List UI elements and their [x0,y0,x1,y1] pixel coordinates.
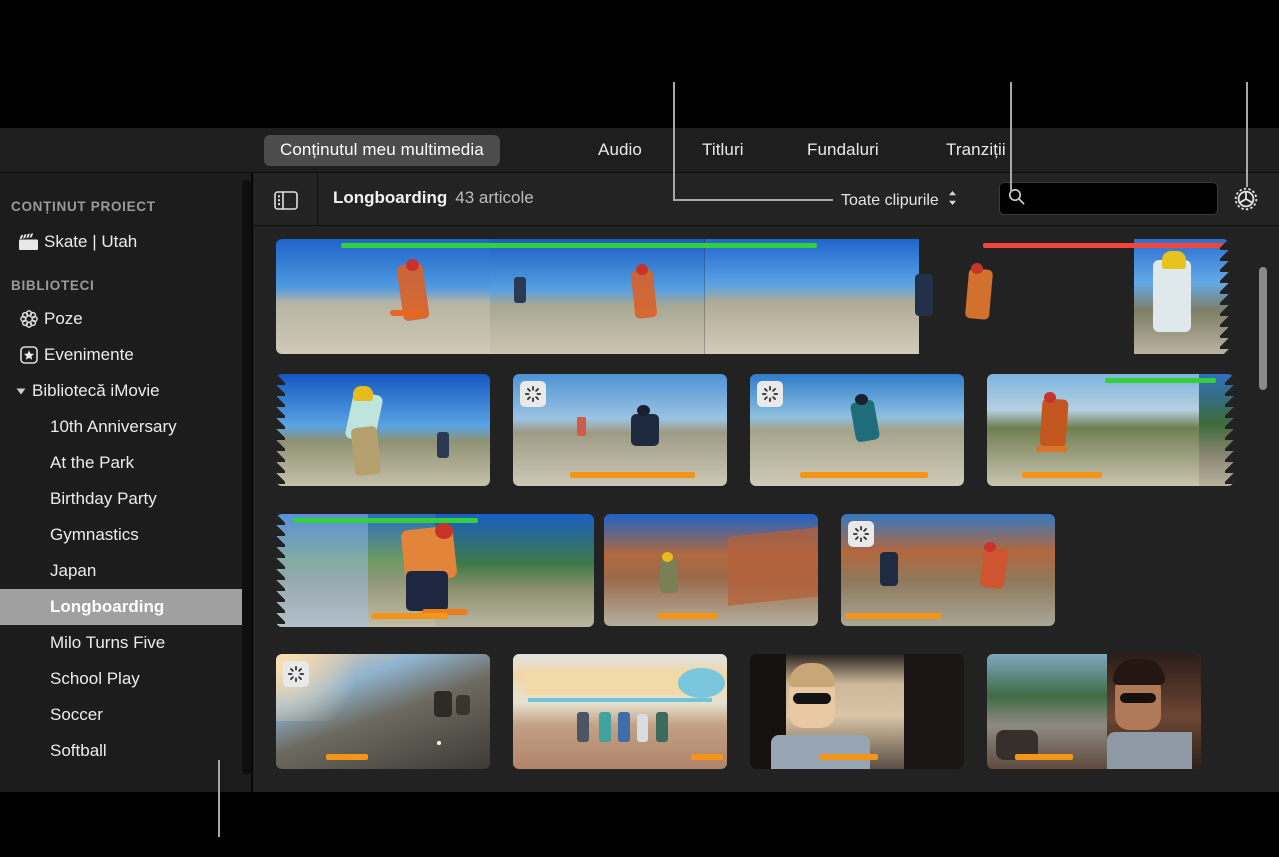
sidebar-item-label: 10th Anniversary [50,417,177,437]
used-in-project-bar [845,613,941,619]
clip-thumbnail[interactable] [841,514,1055,626]
sidebar-scrollbar[interactable] [242,180,251,775]
tab-my-media[interactable]: Conținutul meu multimedia [264,135,500,166]
clip-thumbnail[interactable] [750,654,964,769]
disclosure-triangle-icon[interactable] [10,385,32,397]
sidebar-item-label-photos: Poze [44,309,83,329]
sidebar-item-photos[interactable]: Poze [0,301,251,337]
imovie-window: Conținutul meu multimedia Audio Titluri … [0,0,1279,857]
sidebar-item-school-play[interactable]: School Play [0,661,251,697]
sidebar-item-label: Milo Turns Five [50,633,165,653]
media-tab-bar: Conținutul meu multimedia Audio Titluri … [0,128,1279,173]
libraries-sidebar: CONȚINUT PROIECT Skate | Utah BIBLIOTECI [0,173,252,792]
used-in-project-bar [800,472,928,478]
sidebar-item-milo-turns-five[interactable]: Milo Turns Five [0,625,251,661]
chevron-updown-icon [947,189,958,212]
tab-backgrounds[interactable]: Fundaluri [791,135,895,166]
search-input[interactable] [1031,191,1201,207]
used-in-project-bar [570,472,695,478]
favorite-marker-bar [293,518,478,523]
clapperboard-icon [14,233,44,251]
sidebar-item-label: Japan [50,561,96,581]
sidebar-group-label: Bibliotecă iMovie [32,381,160,401]
clip-thumbnail[interactable] [987,374,1234,486]
clip-thumbnail[interactable] [987,654,1201,769]
sidebar-item-label-events: Evenimente [44,345,134,365]
clip-filter-popup[interactable]: Toate clipurile [841,189,958,212]
sidebar-item-10th-anniversary[interactable]: 10th Anniversary [0,409,251,445]
photos-icon [14,309,44,329]
clip-marker-dot [437,741,441,745]
clip-continues-edge [276,374,285,486]
sidebar-toggle-icon[interactable] [269,186,303,214]
sidebar-item-label: School Play [50,669,140,689]
used-in-project-bar [691,754,723,760]
item-count: 43 articole [455,188,533,207]
browser-scrollbar[interactable] [1259,267,1267,390]
sidebar-item-softball[interactable]: Softball [0,733,251,769]
favorite-marker-bar [1105,378,1216,383]
used-in-project-bar [326,754,368,760]
search-field[interactable] [999,182,1218,215]
callout-line-search [1010,82,1012,192]
callout-line-sidebar [218,760,220,837]
analyzing-spinner-icon [520,381,546,407]
clip-thumbnail[interactable] [604,514,818,626]
clip-filter-label: Toate clipurile [841,192,939,210]
clip-thumbnail[interactable] [513,654,727,769]
sidebar-item-label: Softball [50,741,107,761]
star-badge-icon [14,345,44,365]
sidebar-section-project: CONȚINUT PROIECT [0,199,251,214]
used-in-project-bar [1015,754,1073,760]
sidebar-project-label: Skate | Utah [44,232,137,252]
sidebar-item-japan[interactable]: Japan [0,553,251,589]
used-in-project-bar [1022,472,1102,478]
sidebar-item-project-skate-utah[interactable]: Skate | Utah [0,224,251,260]
sidebar-item-soccer[interactable]: Soccer [0,697,251,733]
sidebar-item-longboarding[interactable]: Longboarding [0,589,251,625]
favorite-marker-bar [341,243,817,248]
sidebar-item-label: Gymnastics [50,525,139,545]
clip-continues-edge [1225,374,1234,486]
callout-line-filter-horizontal [673,199,833,201]
sidebar-item-gymnastics[interactable]: Gymnastics [0,517,251,553]
used-in-project-bar [820,754,878,760]
clip-continues-edge [276,514,285,627]
sidebar-item-events[interactable]: Evenimente [0,337,251,373]
clip-thumbnail[interactable] [276,374,490,486]
sidebar-group-imovie-library[interactable]: Bibliotecă iMovie [0,373,251,409]
clip-continues-edge [1220,239,1229,354]
clip-thumbnail[interactable] [513,374,727,486]
clip-thumbnail[interactable] [276,654,490,769]
clip-selection-overlay [276,514,368,627]
tab-titles[interactable]: Titluri [686,135,760,166]
sidebar-item-label: Longboarding [50,597,164,617]
header-divider [317,173,318,226]
callout-line-filter-vertical [673,82,675,201]
tab-transitions[interactable]: Tranziții [930,135,1022,166]
analyzing-spinner-icon [283,661,309,687]
sidebar-section-libraries: BIBLIOTECI [0,278,251,293]
rejected-marker-bar [983,243,1229,248]
clip-thumbnail[interactable] [750,374,964,486]
sidebar-item-label: At the Park [50,453,134,473]
sidebar-item-label: Birthday Party [50,489,157,509]
used-in-project-bar [658,613,718,619]
tab-audio[interactable]: Audio [582,135,658,166]
sidebar-item-at-the-park[interactable]: At the Park [0,445,251,481]
browser-title-group: Longboarding 43 articole [333,188,534,208]
analyzing-spinner-icon [848,521,874,547]
clip-thumbnail[interactable] [276,514,594,627]
sidebar-item-label: Soccer [50,705,103,725]
sidebar-item-birthday-party[interactable]: Birthday Party [0,481,251,517]
analyzing-spinner-icon [757,381,783,407]
used-in-project-bar [371,613,448,619]
clip-thumbnail[interactable] [276,239,1229,354]
page-title: Longboarding [333,188,447,207]
callout-line-settings [1246,82,1248,187]
gear-icon[interactable] [1230,183,1262,215]
media-browser-grid[interactable] [253,226,1279,792]
